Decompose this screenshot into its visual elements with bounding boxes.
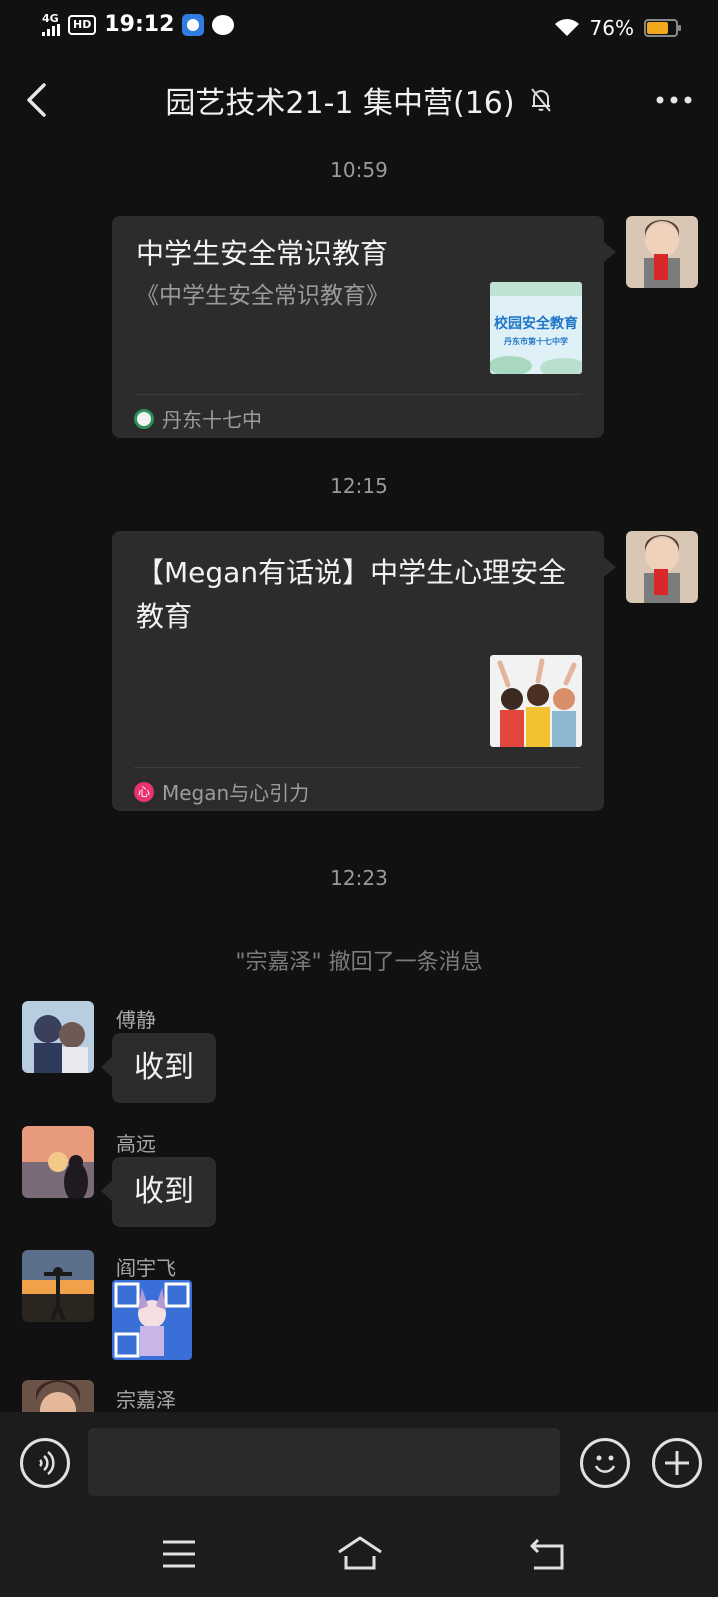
card-title: 【Megan有话说】中学生心理安全教育 — [136, 556, 567, 633]
mute-bell-icon — [530, 88, 551, 112]
network-type: 4G — [42, 11, 59, 25]
sticker-image[interactable] — [112, 1280, 192, 1360]
sender-avatar[interactable] — [22, 1250, 94, 1322]
timestamp: 12:23 — [330, 866, 388, 890]
thumb-subtitle: 丹东市第十七中学 — [503, 336, 568, 346]
more-icon — [656, 96, 692, 104]
card-description: 《中学生安全常识教育》 — [136, 283, 389, 309]
more-button[interactable] — [654, 82, 694, 118]
source-name: 丹东十七中 — [162, 408, 262, 432]
voice-button[interactable] — [20, 1438, 70, 1488]
card-divider — [134, 767, 582, 768]
system-nav-bar — [0, 1512, 718, 1597]
battery-fill — [647, 22, 669, 34]
app-notification-icon — [182, 13, 205, 36]
sender-avatar[interactable] — [22, 1126, 94, 1198]
battery-icon — [644, 19, 681, 37]
link-card[interactable]: 中学生安全常识教育 《中学生安全常识教育》 校园安全教育 丹东市第十七中学 丹东… — [112, 216, 616, 438]
message-notification-icon — [212, 14, 235, 35]
thumb-title: 校园安全教育 — [494, 315, 578, 332]
wifi-icon — [554, 19, 579, 36]
chat-title-bar: 园艺技术21-1 集中营(16) — [0, 78, 718, 122]
hd-badge: HD — [68, 14, 97, 35]
cellular-signal-icon: 4G — [42, 11, 60, 36]
timestamp: 10:59 — [330, 158, 388, 182]
sender-name: 高远 — [116, 1132, 156, 1156]
chat-header: 园艺技术21-1 集中营(16) — [0, 56, 718, 144]
status-bar: 4G HD 19:12 76% — [0, 0, 718, 56]
my-avatar[interactable] — [626, 531, 698, 603]
message-bubble[interactable]: 收到 — [101, 1157, 216, 1227]
input-bar — [0, 1412, 718, 1512]
recall-notice: "宗嘉泽" 撤回了一条消息 — [235, 950, 483, 975]
sender-avatar[interactable] — [22, 1380, 94, 1412]
source-name: Megan与心引力 — [162, 781, 310, 805]
chat-title: 园艺技术21-1 集中营(16) — [165, 86, 515, 121]
card-divider — [134, 394, 582, 395]
status-time: 19:12 — [104, 12, 175, 37]
emoji-icon — [594, 1455, 616, 1473]
sender-name: 宗嘉泽 — [116, 1388, 176, 1412]
status-left: 4G HD 19:12 — [42, 11, 235, 37]
card-title: 中学生安全常识教育 — [136, 237, 389, 270]
timestamp: 12:15 — [330, 474, 388, 498]
sender-avatar[interactable] — [22, 1001, 94, 1073]
voice-icon — [39, 1451, 55, 1475]
back-icon[interactable] — [528, 1536, 568, 1572]
sender-name: 傅静 — [116, 1008, 156, 1032]
card-thumbnail — [490, 655, 582, 747]
sender-name: 阎宇飞 — [116, 1256, 176, 1280]
card-source: 心 Megan与心引力 — [134, 777, 309, 806]
battery-percent: 76% — [589, 16, 634, 40]
link-card[interactable]: 【Megan有话说】中学生心理安全教育 心 Megan与心引力 — [112, 531, 616, 811]
my-avatar[interactable] — [626, 216, 698, 288]
message-input[interactable] — [88, 1428, 560, 1496]
school-logo-icon — [134, 408, 154, 429]
card-thumbnail: 校园安全教育 丹东市第十七中学 — [490, 282, 582, 374]
home-icon[interactable] — [336, 1534, 384, 1572]
card-source: 丹东十七中 — [134, 404, 262, 433]
menu-icon[interactable] — [160, 1538, 198, 1570]
more-functions-button[interactable] — [652, 1438, 702, 1488]
megan-logo-icon: 心 — [134, 781, 154, 802]
status-right: 76% — [554, 16, 681, 40]
plus-icon — [665, 1451, 689, 1475]
message-bubble[interactable]: 收到 — [101, 1033, 216, 1103]
emoji-button[interactable] — [580, 1438, 630, 1488]
